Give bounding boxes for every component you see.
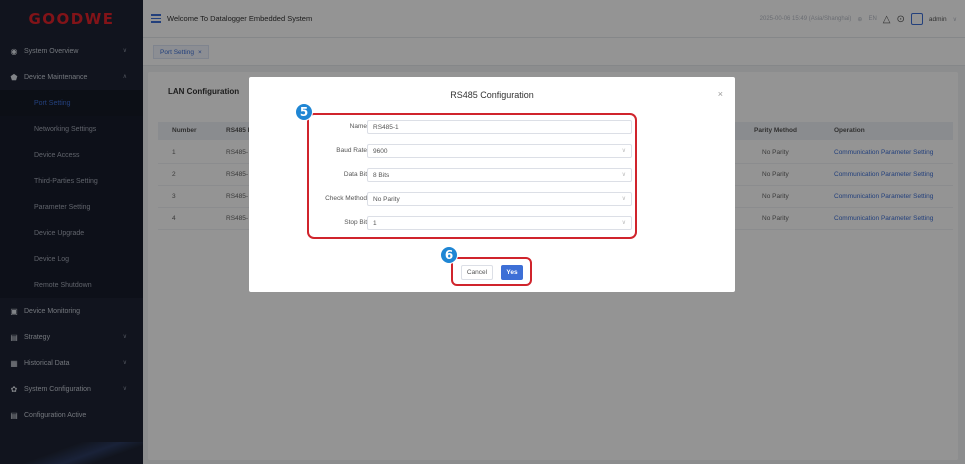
stop-bit-select[interactable]: 1 ∨ [367, 216, 632, 230]
stop-bit-value: 1 [373, 219, 377, 227]
cancel-button[interactable]: Cancel [461, 265, 493, 280]
data-bit-value: 8 Bits [373, 171, 390, 179]
check-method-select[interactable]: No Parity ∨ [367, 192, 632, 206]
step-badge-6: 6 [440, 246, 458, 264]
data-bit-label: Data Bit [343, 171, 367, 178]
dialog-title: RS485 Configuration [450, 90, 534, 100]
highlight-form-box: Name RS485-1 Baud Rate 9600 ∨ Data Bit 8… [307, 113, 637, 239]
data-bit-select[interactable]: 8 Bits ∨ [367, 168, 632, 182]
chevron-down-icon: ∨ [621, 148, 626, 154]
chevron-down-icon: ∨ [621, 220, 626, 226]
close-icon[interactable]: × [718, 89, 723, 99]
check-method-value: No Parity [373, 195, 400, 203]
name-label: Name [349, 123, 367, 130]
stop-bit-label: Stop Bit [344, 219, 367, 226]
name-value: RS485-1 [373, 123, 399, 131]
check-method-label: Check Method [325, 195, 367, 202]
form-row-name: Name RS485-1 [309, 120, 639, 136]
step-badge-5: 5 [295, 103, 313, 121]
highlight-button-box: Cancel Yes [451, 257, 532, 286]
form-row-stop-bit: Stop Bit 1 ∨ [309, 216, 639, 232]
form-row-data-bit: Data Bit 8 Bits ∨ [309, 168, 639, 184]
form-row-check-method: Check Method No Parity ∨ [309, 192, 639, 208]
name-input[interactable]: RS485-1 [367, 120, 632, 134]
chevron-down-icon: ∨ [621, 172, 626, 178]
chevron-down-icon: ∨ [621, 196, 626, 202]
baud-rate-label: Baud Rate [336, 147, 367, 154]
rs485-configuration-dialog: RS485 Configuration × Name RS485-1 Baud … [249, 77, 735, 292]
baud-rate-value: 9600 [373, 147, 388, 155]
form-row-baud-rate: Baud Rate 9600 ∨ [309, 144, 639, 160]
yes-button[interactable]: Yes [501, 265, 523, 280]
baud-rate-select[interactable]: 9600 ∨ [367, 144, 632, 158]
